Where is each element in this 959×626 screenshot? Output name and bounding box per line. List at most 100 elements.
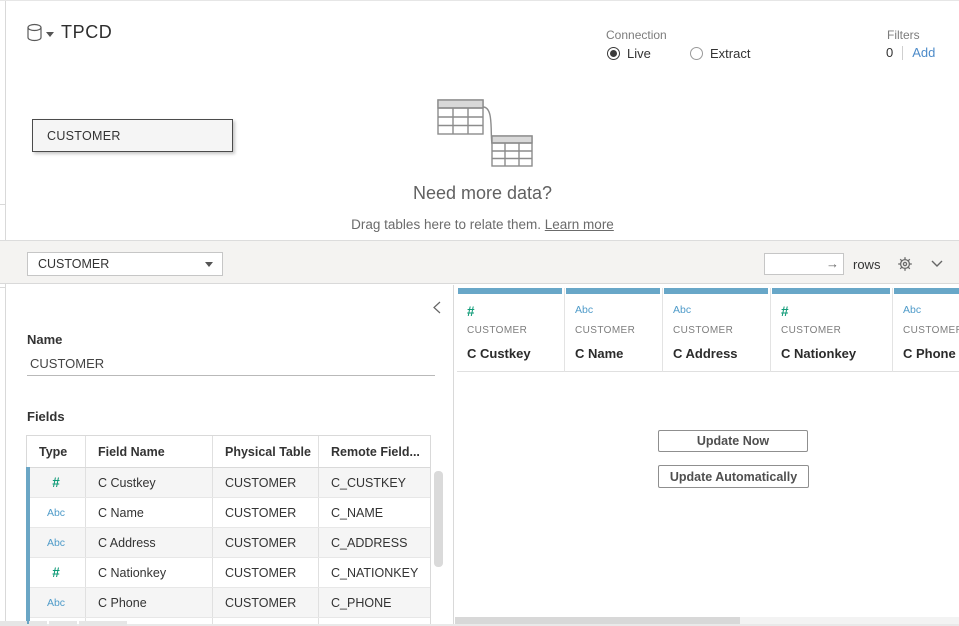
chevron-down-icon [205,262,213,267]
customer-table-node-label: CUSTOMER [47,129,121,143]
extract-radio-option[interactable]: Extract [690,46,750,61]
field-row[interactable]: Abc C Name CUSTOMER C_NAME [27,498,430,528]
relate-tables-illustration-icon [430,96,535,168]
filters-label: Filters [887,28,920,42]
add-filter-link[interactable]: Add [912,45,935,60]
physical-table-cell: CUSTOMER [213,558,319,587]
string-type-icon: Abc [47,537,65,549]
column-field-name: C Custkey [467,346,531,361]
table-select-dropdown[interactable]: CUSTOMER [27,252,223,276]
col-header-field-name[interactable]: Field Name [86,436,213,467]
column-table-name: CUSTOMER [673,325,733,336]
fields-table-accent-bar [26,467,30,626]
column-accent-bar [772,288,890,294]
field-row[interactable]: Abc C Address CUSTOMER C_ADDRESS [27,528,430,558]
live-radio-label: Live [627,46,651,61]
column-accent-bar [664,288,768,294]
grid-column-header[interactable]: # CUSTOMER C Nationkey [771,288,893,372]
name-label: Name [27,332,62,347]
field-name-cell: C Phone [86,588,213,617]
rows-input[interactable] [764,253,844,275]
col-header-type[interactable]: Type [27,436,86,467]
table-select-value: CUSTOMER [38,257,109,271]
name-input[interactable]: CUSTOMER [27,351,435,376]
database-icon[interactable] [26,23,43,43]
number-type-icon: # [467,304,475,319]
live-radio[interactable] [607,47,620,60]
update-now-button[interactable]: Update Now [658,430,808,452]
empty-state-hint: Drag tables here to relate them. Learn m… [6,217,959,232]
filters-divider [902,46,903,60]
string-type-icon: Abc [903,304,921,316]
connection-label: Connection [606,28,667,42]
field-name-cell: C Custkey [86,468,213,497]
live-radio-option[interactable]: Live [607,46,651,61]
fields-table: Type Field Name Physical Table Remote Fi… [26,435,431,626]
sheet-tab-segment [79,621,127,626]
column-table-name: CUSTOMER [903,325,959,336]
number-type-icon: # [52,565,60,580]
extract-radio[interactable] [690,47,703,60]
table-details-panel: Name CUSTOMER Fields Type Field Name Phy… [6,285,454,626]
gear-icon[interactable] [897,256,913,272]
empty-state-hint-text: Drag tables here to relate them. [351,217,541,232]
number-type-icon: # [781,304,789,319]
number-type-icon: # [52,475,60,490]
remote-field-cell: C_PHONE [319,588,432,617]
column-field-name: C Name [575,346,623,361]
field-row[interactable]: # C Custkey CUSTOMER C_CUSTKEY [27,468,430,498]
update-automatically-button[interactable]: Update Automatically [658,465,809,488]
grid-column-header[interactable]: Abc CUSTOMER C Phone [893,288,959,372]
string-type-icon: Abc [575,304,593,316]
table-toolbar: CUSTOMER → rows [0,240,959,284]
grid-column-header[interactable]: Abc CUSTOMER C Name [565,288,663,372]
fields-table-header: Type Field Name Physical Table Remote Fi… [27,436,430,468]
database-menu-caret-icon[interactable] [46,32,54,37]
column-table-name: CUSTOMER [575,325,635,336]
data-source-page: TPCD Connection Live Extract Filters 0 A… [0,0,959,626]
fields-table-scrollbar[interactable] [434,471,443,567]
filters-count: 0 [886,45,893,60]
extract-radio-label: Extract [710,46,750,61]
remote-field-cell: C_CUSTKEY [319,468,432,497]
remote-field-cell: C_ADDRESS [319,528,432,557]
column-table-name: CUSTOMER [781,325,841,336]
physical-table-cell: CUSTOMER [213,498,319,527]
learn-more-link[interactable]: Learn more [545,217,614,232]
col-header-remote-field[interactable]: Remote Field... [319,436,432,467]
grid-hscroll-track[interactable] [740,617,959,624]
string-type-icon: Abc [673,304,691,316]
column-field-name: C Phone [903,346,956,361]
datasource-title: TPCD [61,22,112,43]
field-row[interactable]: Abc C Phone CUSTOMER C_PHONE [27,588,430,618]
data-preview-grid: # CUSTOMER C Custkey Abc CUSTOMER C Name… [455,285,959,626]
grid-column-header[interactable]: # CUSTOMER C Custkey [457,288,565,372]
edge-divider [0,204,5,205]
sheet-tab-segment [49,621,77,626]
column-accent-bar [566,288,660,294]
column-table-name: CUSTOMER [467,325,527,336]
rows-label: rows [853,257,880,272]
column-field-name: C Address [673,346,738,361]
sheet-tab-segment [0,621,27,626]
field-name-cell: C Nationkey [86,558,213,587]
collapse-panel-icon[interactable] [433,301,441,314]
filters-row: 0 Add [886,45,935,60]
col-header-physical-table[interactable]: Physical Table [213,436,319,467]
grid-column-header[interactable]: Abc CUSTOMER C Address [663,288,771,372]
remote-field-cell: C_NATIONKEY [319,558,432,587]
column-field-name: C Nationkey [781,346,856,361]
physical-table-cell: CUSTOMER [213,468,319,497]
fields-label: Fields [27,409,65,424]
string-type-icon: Abc [47,597,65,609]
empty-state-title: Need more data? [6,183,959,204]
string-type-icon: Abc [47,507,65,519]
customer-table-node[interactable]: CUSTOMER [32,119,233,152]
edge-divider [0,287,5,288]
grid-header-row: # CUSTOMER C Custkey Abc CUSTOMER C Name… [457,288,959,372]
field-name-cell: C Name [86,498,213,527]
field-row[interactable]: # C Nationkey CUSTOMER C_NATIONKEY [27,558,430,588]
grid-hscroll-thumb[interactable] [455,617,740,624]
physical-table-cell: CUSTOMER [213,528,319,557]
collapse-pane-chevron-icon[interactable] [931,260,943,267]
